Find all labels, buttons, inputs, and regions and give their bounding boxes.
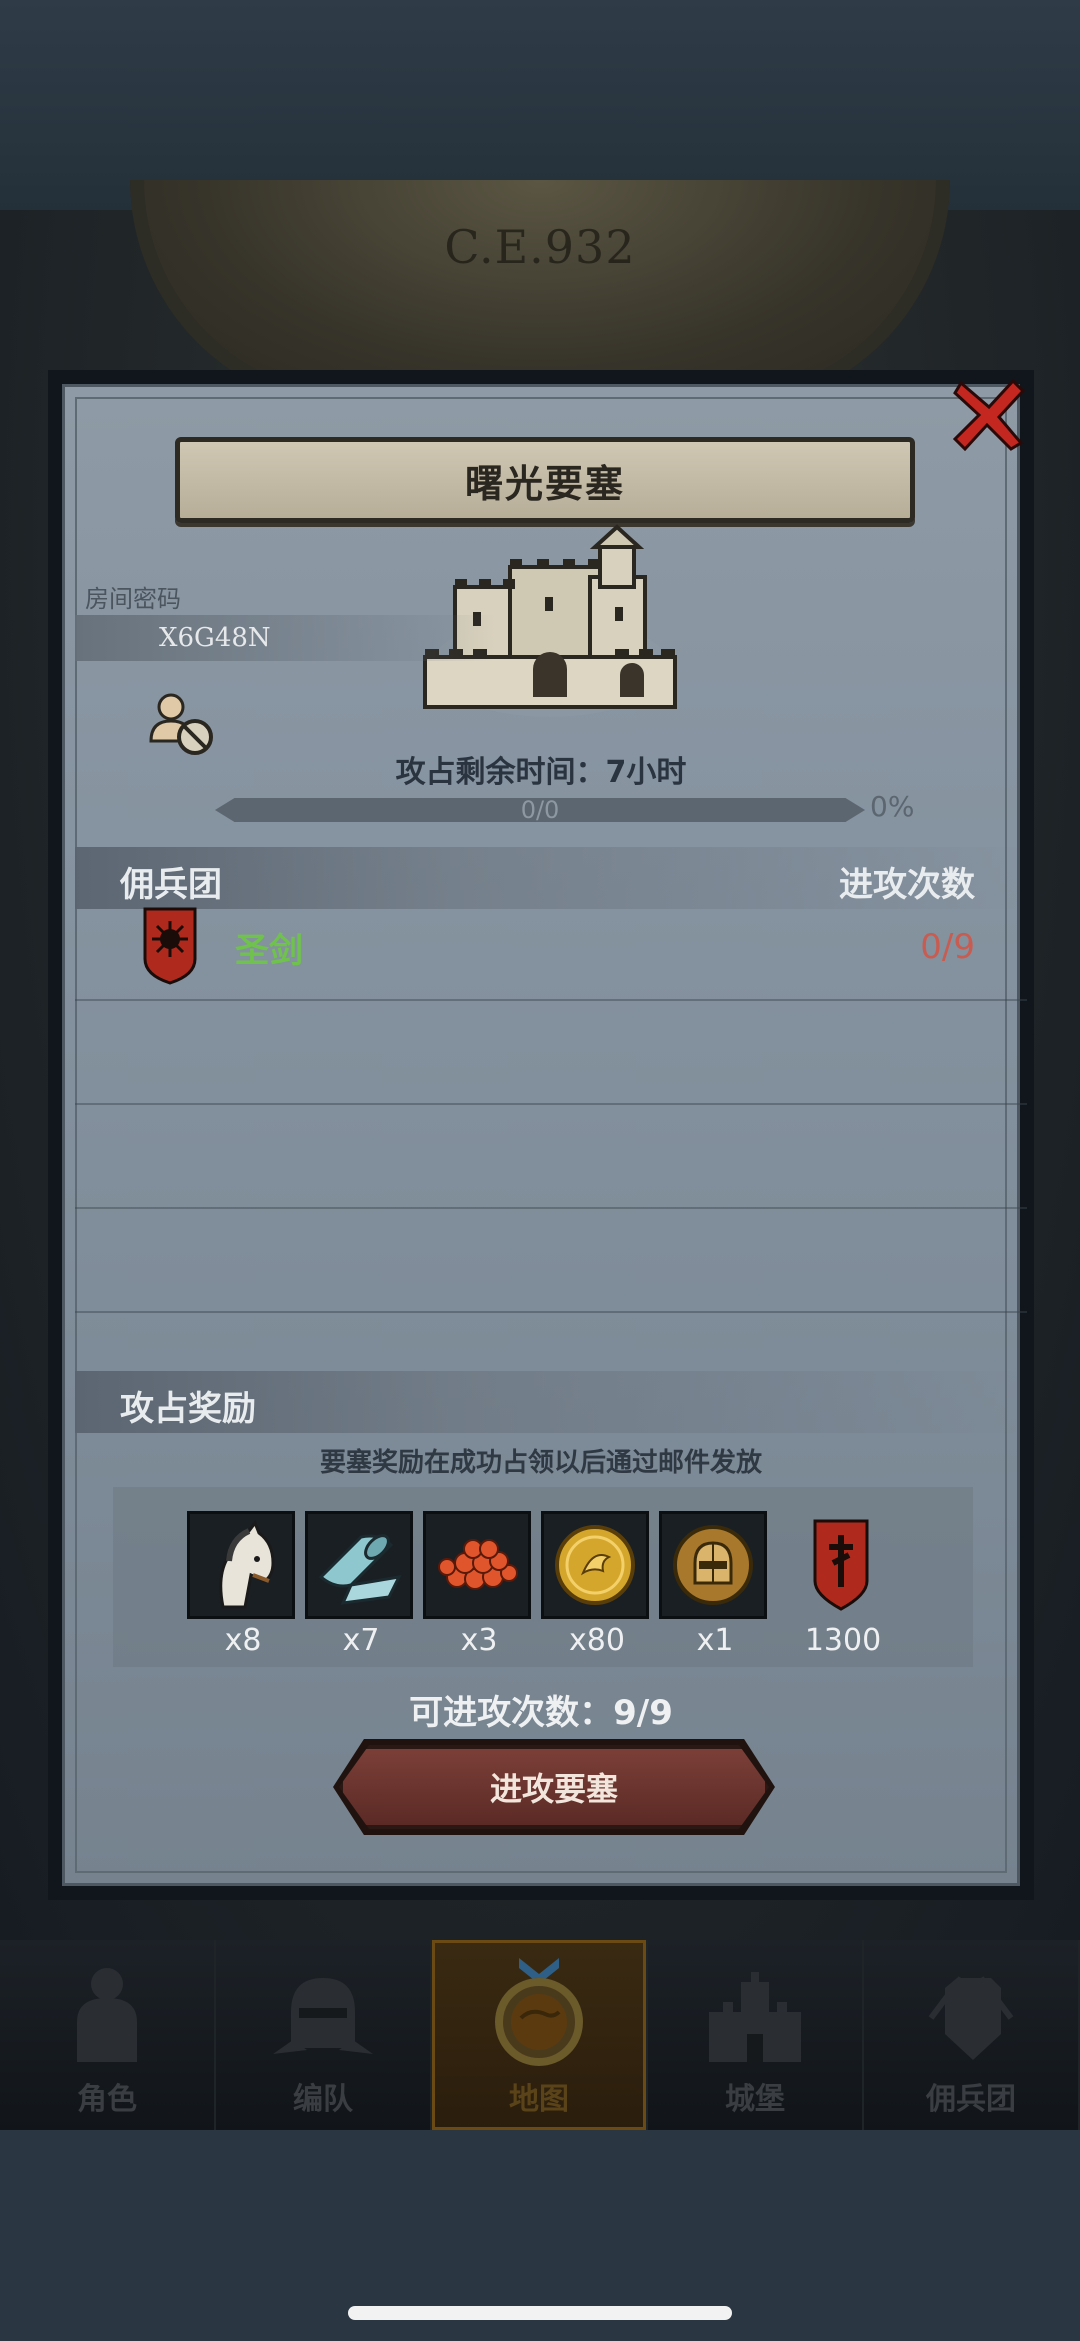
row-divider [75, 1103, 1027, 1105]
row-divider [75, 1207, 1027, 1209]
reward-qty: x7 [342, 1623, 380, 1658]
nav-item-formation[interactable]: 编队 [216, 1940, 432, 2130]
capture-progress-percent: 0% [870, 790, 915, 823]
gold-coin-icon [555, 1525, 635, 1605]
nav-item-mercenary[interactable]: 佣兵团 [864, 1940, 1080, 2130]
reward-item[interactable]: x1 [659, 1511, 771, 1658]
nav-item-castle[interactable]: 城堡 [648, 1940, 864, 2130]
reward-item[interactable]: x8 [187, 1511, 299, 1658]
row-divider [75, 1311, 1027, 1313]
row-divider [75, 999, 1027, 1001]
capture-progress-bar: 0/0 [215, 798, 865, 822]
reward-qty: x3 [460, 1623, 498, 1658]
nav-label: 佣兵团 [926, 2082, 1016, 2117]
reward-qty: x80 [569, 1623, 625, 1658]
nav-label: 角色 [77, 2082, 137, 2117]
attack-button-label: 进攻要塞 [489, 1770, 618, 1808]
era-label: C.E.932 [444, 220, 636, 274]
cloth-roll-icon [318, 1534, 402, 1605]
modal-panel: 曙光要塞 房间密码 X6G48N 攻占剩余时间：7小时 0/0 0% 佣兵团 进… [62, 384, 1027, 1886]
reward-tile [541, 1511, 649, 1619]
capture-time-remaining: 攻占剩余时间：7小时 [395, 755, 687, 790]
horse-icon [219, 1519, 275, 1609]
mercenary-shield-icon [143, 907, 197, 985]
nav-label: 地图 [509, 2082, 569, 2117]
reward-note: 要塞奖励在成功占领以后通过邮件发放 [319, 1448, 762, 1478]
reward-section-label: 攻占奖励 [120, 1389, 256, 1429]
reward-tile [787, 1511, 895, 1619]
remaining-attacks: 可进攻次数：9/9 [409, 1693, 673, 1733]
modal-title-bar: 曙光要塞 [175, 437, 915, 523]
mercenary-attack-count: 0/9 [920, 927, 975, 967]
reward-tile [659, 1511, 767, 1619]
attack-fortress-button[interactable]: 进攻要塞 [339, 1745, 769, 1829]
top-band [0, 0, 1080, 210]
reward-tile [423, 1511, 531, 1619]
reward-qty: 1300 [804, 1623, 882, 1658]
reward-item[interactable]: x80 [541, 1511, 653, 1658]
room-code-label: 房间密码 [85, 585, 181, 613]
mercenary-icon [928, 1976, 1014, 2060]
fortress-modal: 曙光要塞 房间密码 X6G48N 攻占剩余时间：7小时 0/0 0% 佣兵团 进… [48, 370, 1034, 1900]
reward-item[interactable]: 1300 [787, 1511, 899, 1658]
room-code-value: X6G48N [159, 623, 271, 653]
nav-item-character[interactable]: 角色 [0, 1940, 216, 2130]
reward-item[interactable]: x7 [305, 1511, 417, 1658]
reward-qty: x1 [696, 1623, 734, 1658]
capture-progress-text: 0/0 [520, 796, 560, 824]
map-icon [495, 1958, 583, 2066]
reward-tile [187, 1511, 295, 1619]
mercenary-section-label: 佣兵团 [120, 865, 222, 905]
game-screen: C.E.932 曙光要塞 房间密码 X6G48N 攻占剩余时间：7小时 0/0 … [0, 0, 1080, 2341]
home-indicator[interactable] [348, 2306, 732, 2320]
room-code-band: X6G48N [75, 615, 495, 661]
modal-title: 曙光要塞 [464, 461, 625, 506]
reward-item[interactable]: x3 [423, 1511, 535, 1658]
knight-icon [77, 1968, 137, 2062]
orange-gems-icon [438, 1539, 518, 1590]
helmet-icon [273, 1978, 373, 2054]
mercenary-name[interactable]: 圣剑 [235, 923, 303, 972]
attack-count-header: 进攻次数 [839, 865, 975, 905]
nav-label: 城堡 [725, 2082, 785, 2117]
close-icon [953, 379, 1025, 451]
reward-qty: x8 [224, 1623, 262, 1658]
close-button[interactable] [944, 370, 1034, 460]
reward-tile [305, 1511, 413, 1619]
castle-nav-icon [709, 1972, 801, 2062]
honor-banner-icon [813, 1519, 869, 1611]
nav-label: 编队 [293, 2082, 353, 2117]
nav-item-map[interactable]: 地图 [432, 1940, 648, 2130]
bottom-navigation: 角色 编队 地图 城堡 佣兵团 [0, 1940, 1080, 2130]
knight-helmet-icon [673, 1525, 753, 1605]
